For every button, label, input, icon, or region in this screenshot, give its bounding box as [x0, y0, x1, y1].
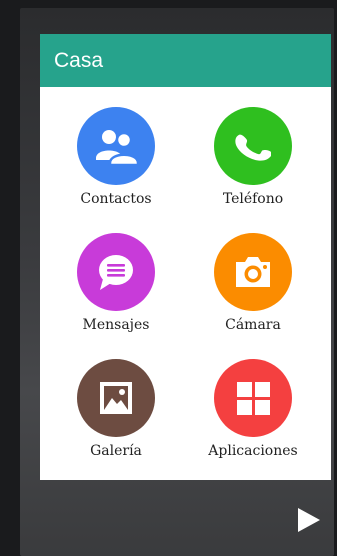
- app-telefono[interactable]: Teléfono: [177, 107, 322, 227]
- play-icon[interactable]: [294, 506, 322, 534]
- app-label: Mensajes: [82, 317, 150, 333]
- app-label: Galería: [90, 443, 142, 459]
- header-bar: Casa: [40, 34, 331, 87]
- app-label: Aplicaciones: [208, 443, 298, 459]
- contacts-icon: [77, 107, 155, 185]
- app-mensajes[interactable]: Mensajes: [40, 233, 185, 353]
- apps-grid-icon: [214, 359, 292, 437]
- app-label: Teléfono: [222, 191, 284, 207]
- app-label: Cámara: [225, 317, 281, 333]
- app-grid: Contactos Teléfono Mensajes Cámara Galer…: [40, 87, 331, 480]
- phone-screen: Casa Contactos Teléfono Mensajes Cámara …: [20, 8, 334, 556]
- phone-icon: [214, 107, 292, 185]
- message-icon: [77, 233, 155, 311]
- app-aplicaciones[interactable]: Aplicaciones: [177, 359, 322, 479]
- app-camara[interactable]: Cámara: [177, 233, 322, 353]
- camera-icon: [214, 233, 292, 311]
- app-galeria[interactable]: Galería: [40, 359, 185, 479]
- page-title: Casa: [54, 48, 104, 72]
- app-contactos[interactable]: Contactos: [40, 107, 185, 227]
- home-card: Casa Contactos Teléfono Mensajes Cámara …: [40, 34, 331, 480]
- gallery-icon: [77, 359, 155, 437]
- app-label: Contactos: [80, 191, 152, 207]
